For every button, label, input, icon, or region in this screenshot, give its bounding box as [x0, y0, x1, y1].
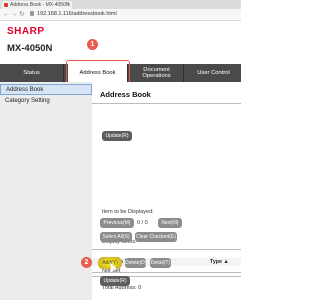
select-all-button[interactable]: Select All(S) — [100, 232, 132, 242]
divider — [92, 249, 241, 250]
model-name: MX-4050N — [7, 43, 53, 54]
tab-document-operations[interactable]: Document Operations — [130, 64, 184, 82]
divider — [92, 272, 241, 273]
forward-icon[interactable]: → — [11, 10, 18, 19]
address-bar: ← → ↻ 192.168.1.116/addressbook.html — [0, 9, 241, 21]
step-badge-1: 1 — [87, 39, 98, 50]
url-text: 192.168.1.116/addressbook.html — [37, 11, 117, 17]
url-field[interactable]: 192.168.1.116/addressbook.html — [30, 10, 230, 19]
browser-tab-strip: Address Book - MX-4050N × — [0, 0, 241, 9]
delete-button[interactable]: Delete(D) — [125, 258, 146, 268]
back-icon[interactable]: ← — [3, 10, 10, 19]
sidebar-item-category-setting[interactable]: Category Setting — [0, 96, 92, 107]
tab-title: Address Book - MX-4050N — [10, 2, 70, 8]
page-indicator: 0 / 0 — [137, 220, 148, 226]
brand-logo: SHARP — [7, 26, 45, 37]
tab-status[interactable]: Status — [0, 64, 64, 82]
sidebar-item-address-book[interactable]: Address Book — [0, 84, 92, 95]
item-displayed-label: Item to be Displayed: — [102, 209, 154, 215]
step-badge-2: 2 — [81, 257, 92, 268]
page-title: Address Book — [100, 90, 151, 99]
browser-tab[interactable]: Address Book - MX-4050N × — [2, 1, 72, 9]
close-tab-icon[interactable]: × — [67, 1, 70, 9]
page-info-icon[interactable] — [30, 11, 34, 16]
screenshot: Address Book - MX-4050N × ← → ↻ 192.168.… — [0, 0, 241, 300]
reload-icon[interactable]: ↻ — [19, 10, 25, 19]
previous-button[interactable]: Previous(M) — [100, 218, 134, 228]
favicon-icon — [4, 3, 8, 7]
highlight-annotation — [66, 60, 130, 84]
update-button-bottom[interactable]: Update(R) — [100, 276, 130, 286]
divider — [92, 103, 241, 104]
next-button[interactable]: Next(N) — [158, 218, 182, 228]
sidebar: Address Book Category Setting — [0, 82, 92, 300]
update-button-top[interactable]: Update(R) — [102, 131, 132, 141]
clear-checked-button[interactable]: Clear Checked(E) — [135, 232, 177, 242]
column-type[interactable]: Type ▲ — [210, 259, 229, 265]
tab-user-control[interactable]: User Control — [186, 64, 241, 82]
detail-button[interactable]: Detail(T) — [150, 258, 171, 268]
